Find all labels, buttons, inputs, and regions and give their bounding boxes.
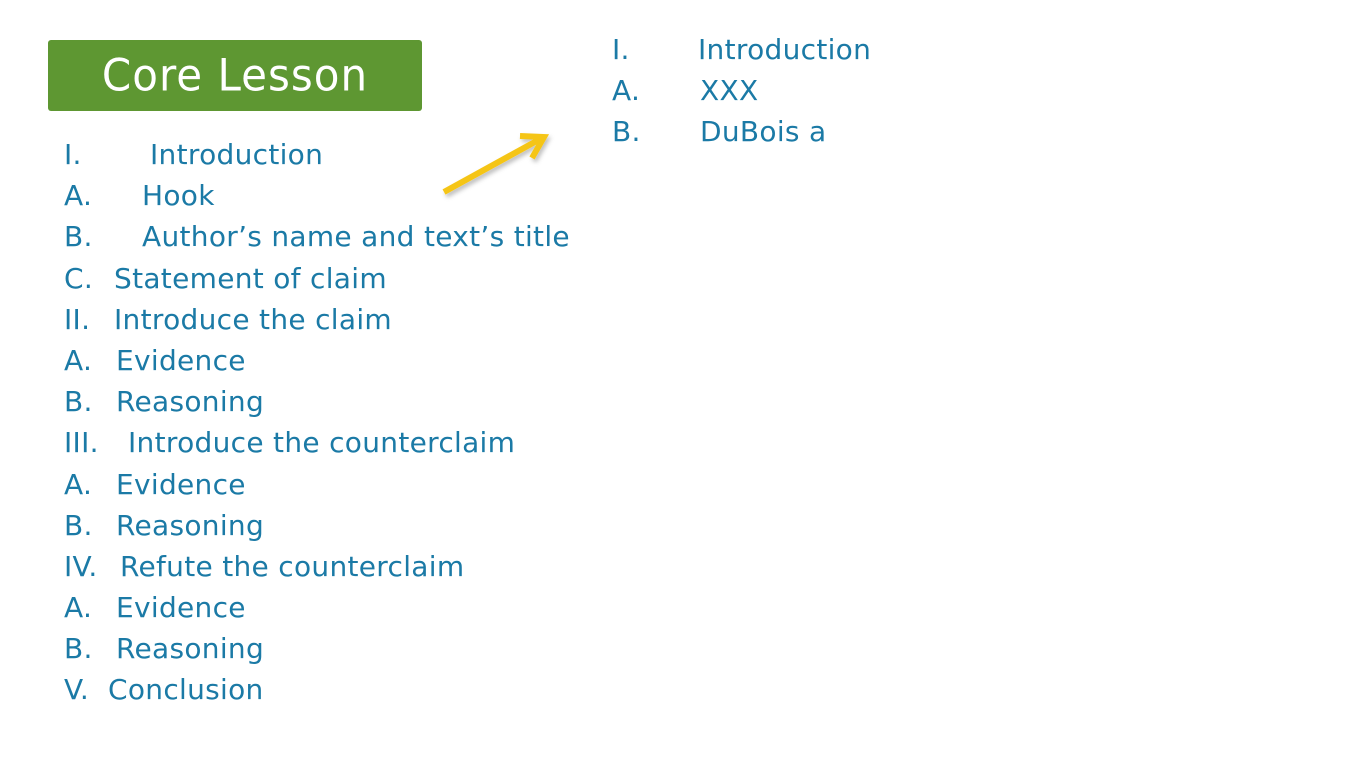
outline-marker: A.: [64, 467, 93, 501]
outline-marker: B.: [64, 632, 93, 666]
outline-marker: B.: [64, 508, 93, 542]
outline-item: IV. Refute the counterclaim: [64, 546, 570, 587]
outline-text: Evidence: [116, 343, 246, 377]
outline-item: A. Evidence: [64, 340, 570, 381]
outline-text: Author’s name and text’s title: [142, 220, 570, 254]
outline-text: Reasoning: [116, 632, 265, 666]
outline-item: A. Evidence: [64, 464, 570, 505]
outline-item: B. DuBois a: [612, 111, 871, 152]
page-title: Core Lesson: [101, 49, 369, 102]
outline-item: A. XXX: [612, 70, 871, 111]
outline-text: XXX: [700, 74, 759, 108]
outline-text: Evidence: [116, 467, 246, 501]
outline-item: I. Introduction: [612, 29, 871, 70]
outline-text: Introduction: [698, 33, 872, 66]
outline-text: Hook: [142, 179, 215, 213]
outline-marker: IV.: [64, 549, 98, 583]
outline-text: DuBois a: [700, 115, 827, 149]
essay-outline: I. Introduction A. Hook B. Author’s name an…: [64, 134, 570, 711]
outline-text: Conclusion: [108, 673, 264, 707]
outline-marker: B.: [64, 385, 93, 419]
outline-item: C. Statement of claim: [64, 258, 570, 299]
outline-text: Introduction: [150, 138, 324, 171]
outline-text: Introduce the counterclaim: [128, 426, 516, 460]
outline-marker: I.: [64, 138, 82, 171]
outline-marker: II.: [64, 302, 91, 336]
outline-marker: B.: [612, 115, 641, 149]
outline-item: III. Introduce the counterclaim: [64, 422, 570, 463]
outline-marker: A.: [64, 179, 93, 213]
outline-item: II. Introduce the claim: [64, 299, 570, 340]
draft-outline: I. Introduction A. XXX B. DuBois a: [612, 29, 871, 153]
core-lesson-title-banner: Core Lesson: [48, 40, 422, 111]
outline-item: V. Conclusion: [64, 669, 570, 710]
outline-item: B. Reasoning: [64, 505, 570, 546]
outline-marker: A.: [64, 343, 93, 377]
outline-item: B. Author’s name and text’s title: [64, 216, 570, 257]
outline-item: A. Evidence: [64, 587, 570, 628]
outline-marker: V.: [64, 673, 90, 707]
outline-marker: C.: [64, 261, 94, 295]
outline-marker: I.: [612, 33, 630, 66]
outline-text: Introduce the claim: [114, 302, 392, 336]
arrow-up-right-icon: [442, 133, 550, 195]
outline-marker: A.: [612, 74, 641, 108]
outline-marker: B.: [64, 220, 93, 254]
outline-text: Evidence: [116, 591, 246, 625]
outline-text: Reasoning: [116, 385, 265, 419]
outline-text: Statement of claim: [114, 261, 387, 295]
outline-marker: III.: [64, 426, 99, 460]
outline-item: B. Reasoning: [64, 628, 570, 669]
outline-text: Refute the counterclaim: [120, 549, 465, 583]
outline-item: B. Reasoning: [64, 381, 570, 422]
outline-marker: A.: [64, 591, 93, 625]
outline-text: Reasoning: [116, 508, 265, 542]
